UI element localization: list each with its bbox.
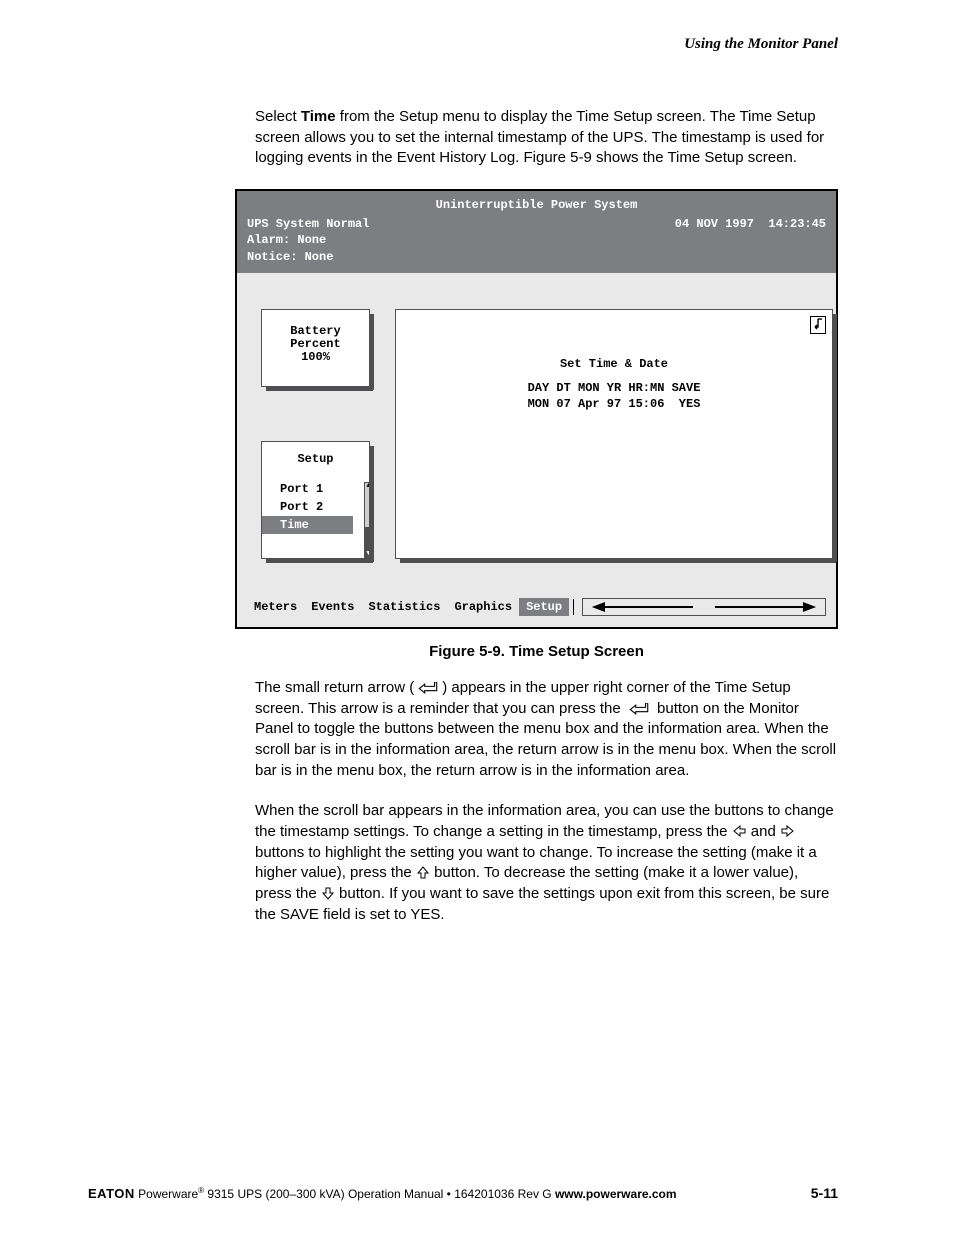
- setup-item-port2[interactable]: Port 2: [262, 498, 369, 516]
- setup-item-port1[interactable]: Port 1: [262, 480, 369, 498]
- footer-slider[interactable]: [582, 598, 826, 616]
- scroll-up-icon: ▲: [365, 482, 372, 490]
- page-number: 5-11: [811, 1185, 838, 1201]
- lcd-body: Battery Percent 100% Setup Port 1 Port 2…: [237, 273, 836, 593]
- text: and: [747, 823, 780, 840]
- page-footer: EATON Powerware® 9315 UPS (200–300 kVA) …: [88, 1185, 838, 1201]
- text: 9315 UPS (200–300 kVA) Operation Manual …: [204, 1187, 555, 1201]
- page-header-title: Using the Monitor Panel: [60, 36, 838, 53]
- info-content: Set Time & Date DAY DT MON YR HR:MN SAVE…: [406, 356, 822, 413]
- text: Select: [255, 108, 301, 125]
- figure-caption: Figure 5-9. Time Setup Screen: [235, 643, 838, 660]
- status-line: UPS System Normal: [247, 216, 369, 232]
- lcd-date: 04 NOV 1997: [675, 217, 754, 231]
- arrow-right-icon: [780, 825, 795, 838]
- lcd-footer-tabs: Meters Events Statistics Graphics Setup: [237, 593, 836, 627]
- return-arrow-icon: [625, 703, 653, 715]
- arrow-down-icon: [321, 887, 335, 900]
- info-panel: Set Time & Date DAY DT MON YR HR:MN SAVE…: [395, 309, 833, 559]
- status-line: Alarm: None: [247, 232, 369, 248]
- status-line: Notice: None: [247, 249, 369, 265]
- lcd-time: 14:23:45: [768, 217, 826, 231]
- footer-left: EATON Powerware® 9315 UPS (200–300 kVA) …: [88, 1186, 677, 1201]
- return-arrow-icon: [810, 316, 826, 334]
- divider: [573, 599, 574, 615]
- setup-menu-panel: Setup Port 1 Port 2 Time ▲ ▼: [261, 441, 370, 559]
- intro-paragraph: Select Time from the Setup menu to displ…: [255, 107, 838, 169]
- lcd-screen: Uninterruptible Power System UPS System …: [235, 189, 838, 629]
- figure-time-setup: Uninterruptible Power System UPS System …: [235, 189, 838, 629]
- tab-graphics[interactable]: Graphics: [447, 598, 519, 616]
- lcd-datetime: 04 NOV 1997 14:23:45: [675, 216, 826, 265]
- battery-panel: Battery Percent 100%: [261, 309, 370, 387]
- lcd-status-left: UPS System Normal Alarm: None Notice: No…: [247, 216, 369, 265]
- return-arrow-icon: [414, 682, 442, 694]
- text: 100%: [262, 351, 369, 364]
- text: Powerware: [135, 1187, 198, 1201]
- brand: EATON: [88, 1186, 135, 1201]
- lcd-title: Uninterruptible Power System: [247, 197, 826, 213]
- scroll-down-icon: ▼: [365, 550, 372, 558]
- footer-url: www.powerware.com: [555, 1187, 677, 1201]
- text: from the Setup menu to display the Time …: [255, 108, 824, 166]
- lcd-header: Uninterruptible Power System UPS System …: [237, 191, 836, 273]
- text: The small return arrow (: [255, 679, 414, 696]
- tab-statistics[interactable]: Statistics: [361, 598, 447, 616]
- setup-item-time[interactable]: Time: [262, 516, 353, 534]
- setup-title: Setup: [262, 452, 369, 466]
- time-fields[interactable]: DAY DT MON YR HR:MN SAVE MON 07 Apr 97 1…: [528, 380, 701, 412]
- arrow-left-icon: [732, 825, 747, 838]
- tab-events[interactable]: Events: [304, 598, 361, 616]
- menu-scrollbar[interactable]: ▲ ▼: [364, 482, 373, 558]
- arrow-up-icon: [416, 866, 430, 879]
- tab-meters[interactable]: Meters: [247, 598, 304, 616]
- info-title: Set Time & Date: [406, 356, 822, 372]
- paragraph-return-arrow: The small return arrow () appears in the…: [255, 678, 838, 781]
- tab-setup[interactable]: Setup: [519, 598, 569, 616]
- bold-time: Time: [301, 108, 336, 125]
- paragraph-timestamp-buttons: When the scroll bar appears in the infor…: [255, 801, 838, 925]
- text: button. If you want to save the settings…: [255, 885, 829, 923]
